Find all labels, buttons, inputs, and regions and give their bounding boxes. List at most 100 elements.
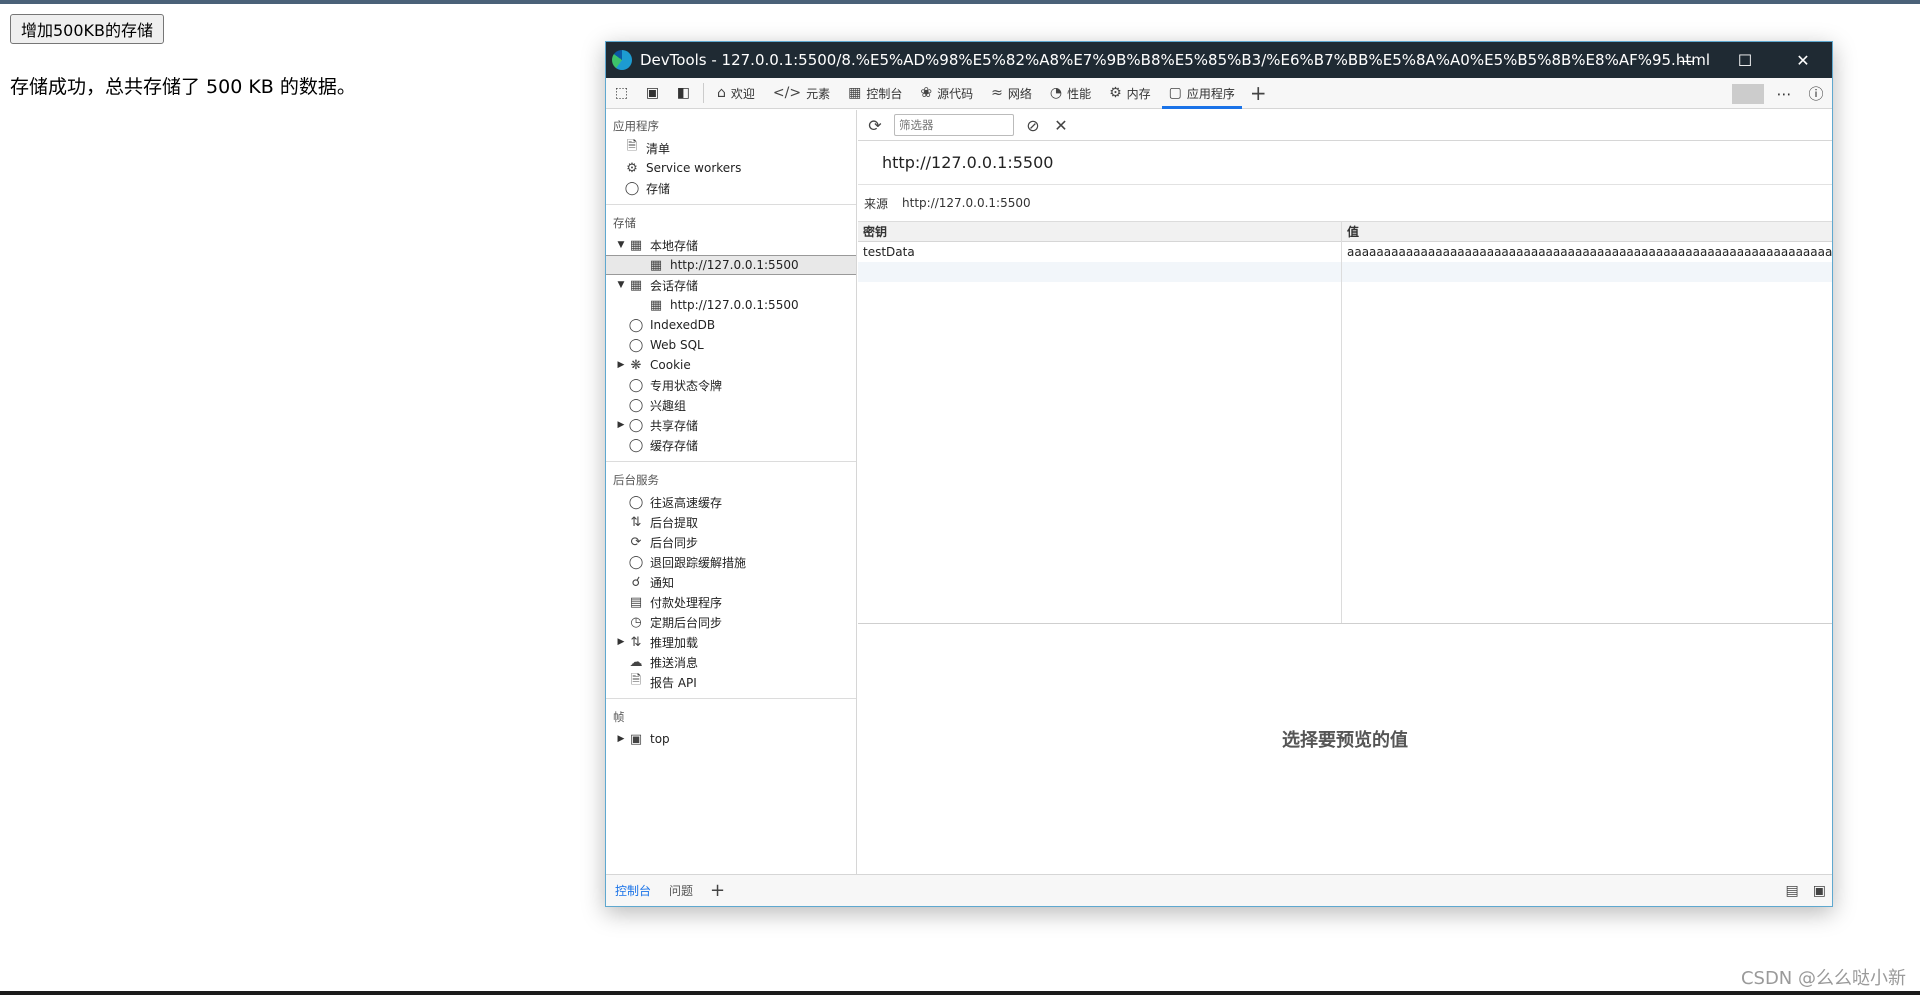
- database-icon: ◯: [628, 317, 644, 333]
- divider: [1732, 83, 1764, 104]
- devtools-tabbar: ⬚ ▣ ◧ ⌂ 欢迎 </> 元素 ▦ 控制台 ❀ 源代码 ≈ 网络 ◔ 性能 ⚙ 内存 ▢ 应…: [606, 78, 1832, 109]
- close-icon[interactable]: ✕: [1774, 42, 1832, 78]
- sidebar-item-indexeddb[interactable]: ◯ IndexedDB: [606, 315, 856, 335]
- database-icon: ◯: [628, 397, 644, 413]
- add-drawer-tab-icon[interactable]: +: [702, 880, 733, 901]
- sidebar-item-reporting-api[interactable]: 🗎 报告 API: [606, 672, 856, 692]
- tab-performance[interactable]: ◔ 性能: [1041, 78, 1100, 109]
- sidebar-item-label: http://127.0.0.1:5500: [670, 258, 799, 272]
- sidebar-item-background-sync[interactable]: ⟳ 后台同步: [606, 532, 856, 552]
- divider: [606, 698, 856, 699]
- sidebar-item-push-messaging[interactable]: ☁ 推送消息: [606, 652, 856, 672]
- row-key[interactable]: testData: [858, 242, 1342, 262]
- expand-drawer-icon[interactable]: ▣: [1813, 883, 1826, 899]
- sidebar-item-trust-tokens[interactable]: ◯ 专用状态令牌: [606, 375, 856, 395]
- maximize-icon[interactable]: ☐: [1716, 42, 1774, 78]
- tab-application[interactable]: ▢ 应用程序: [1160, 78, 1244, 109]
- expanded-arrow-icon[interactable]: ▼: [614, 280, 628, 290]
- sidebar-item-notifications[interactable]: ☌ 通知: [606, 572, 856, 592]
- origin-info: 来源 http://127.0.0.1:5500: [858, 185, 1832, 222]
- sidebar-item-bounce-tracking[interactable]: ◯ 退回跟踪缓解措施: [606, 552, 856, 572]
- dock-drawer-icon[interactable]: ▤: [1786, 883, 1799, 899]
- collapsed-arrow-icon[interactable]: ▶: [614, 637, 628, 647]
- expanded-arrow-icon[interactable]: ▼: [614, 240, 628, 250]
- divider: [703, 83, 704, 103]
- sidebar-item-payment-handler[interactable]: ▤ 付款处理程序: [606, 592, 856, 612]
- tab-welcome[interactable]: ⌂ 欢迎: [708, 78, 764, 109]
- title-bar[interactable]: DevTools - 127.0.0.1:5500/8.%E5%AD%98%E5…: [606, 42, 1832, 78]
- sidebar-item-label: 定期后台同步: [650, 615, 723, 630]
- filter-input[interactable]: [894, 114, 1014, 136]
- add-storage-button[interactable]: 增加500KB的存储: [10, 14, 165, 44]
- tab-label: 欢迎: [730, 86, 755, 101]
- tabbar-actions: ⋯ ⓘ: [1728, 78, 1832, 109]
- tab-label: 性能: [1067, 86, 1092, 101]
- collapsed-arrow-icon[interactable]: ▶: [614, 420, 628, 430]
- sidebar-item-label: Cookie: [650, 358, 691, 372]
- add-tab-icon[interactable]: +: [1244, 81, 1273, 105]
- sidebar-item-label: top: [650, 732, 670, 746]
- sidebar-item-label: 共享存储: [650, 418, 699, 433]
- table-row-empty[interactable]: [858, 262, 1832, 282]
- column-divider[interactable]: [1341, 222, 1342, 623]
- column-header-value[interactable]: 值: [1342, 222, 1832, 241]
- tab-label: 控制台: [866, 86, 903, 101]
- clock-icon: ◷: [630, 614, 642, 630]
- sidebar-item-websql[interactable]: ◯ Web SQL: [606, 335, 856, 355]
- sidebar-item-service-workers[interactable]: ⚙ Service workers: [606, 158, 856, 178]
- gauge-icon: ◔: [1049, 85, 1063, 101]
- sidebar-item-background-fetch[interactable]: ⇅ 后台提取: [606, 512, 856, 532]
- row-key[interactable]: [858, 262, 1342, 282]
- sidebar-item-frame-top[interactable]: ▶ ▣ top: [606, 729, 856, 749]
- clear-all-icon[interactable]: ⊘: [1024, 116, 1042, 135]
- help-icon[interactable]: ⓘ: [1800, 83, 1832, 104]
- tab-label: 源代码: [937, 86, 974, 101]
- more-options-icon[interactable]: ⋯: [1768, 85, 1800, 103]
- column-header-key[interactable]: 密钥: [858, 222, 1342, 241]
- table-row[interactable]: testData aaaaaaaaaaaaaaaaaaaaaaaaaaaaaaa…: [858, 242, 1832, 262]
- sidebar-item-interest-groups[interactable]: ◯ 兴趣组: [606, 395, 856, 415]
- tab-elements[interactable]: </> 元素: [764, 78, 839, 109]
- database-icon: ◯: [628, 554, 644, 570]
- sidebar-item-label: 本地存储: [650, 238, 699, 253]
- sidebar-item-shared-storage[interactable]: ▶ ◯ 共享存储: [606, 415, 856, 435]
- refresh-icon[interactable]: ⟳: [866, 116, 884, 135]
- device-emulation-icon[interactable]: ▣: [637, 78, 668, 109]
- row-value[interactable]: aaaaaaaaaaaaaaaaaaaaaaaaaaaaaaaaaaaaaaaa…: [1342, 242, 1832, 262]
- sidebar-item-session-storage-origin[interactable]: ▦ http://127.0.0.1:5500: [606, 295, 856, 315]
- sidebar-item-label: 退回跟踪缓解措施: [650, 555, 747, 570]
- sidebar-item-manifest[interactable]: 🗎 清单: [606, 138, 856, 158]
- application-sidebar: 应用程序 🗎 清单 ⚙ Service workers ◯ 存储 存储 ▼ ▦ 本地存储 …: [606, 110, 857, 881]
- sidebar-item-periodic-sync[interactable]: ◷ 定期后台同步: [606, 612, 856, 632]
- database-icon: ◯: [628, 377, 644, 393]
- minimize-icon[interactable]: —: [1658, 42, 1716, 78]
- drawer-tab-console[interactable]: 控制台: [606, 875, 660, 907]
- sidebar-item-cache-storage[interactable]: ◯ 缓存存储: [606, 435, 856, 455]
- card-icon: ▤: [629, 594, 643, 610]
- grid-icon: ▦: [629, 277, 643, 293]
- sidebar-item-local-storage[interactable]: ▼ ▦ 本地存储: [606, 235, 856, 255]
- collapsed-arrow-icon[interactable]: ▶: [614, 360, 628, 370]
- dock-side-icon[interactable]: ◧: [668, 78, 699, 109]
- storage-main-panel: ⟳ ⊘ ✕ http://127.0.0.1:5500 来源 http://12…: [858, 110, 1832, 881]
- delete-selected-icon[interactable]: ✕: [1052, 116, 1070, 135]
- drawer-actions: ▤ ▣: [1786, 875, 1826, 907]
- tab-network[interactable]: ≈ 网络: [982, 78, 1041, 109]
- inspect-element-icon[interactable]: ⬚: [606, 78, 637, 109]
- database-icon: ◯: [628, 494, 644, 510]
- sidebar-item-speculative-loads[interactable]: ▶ ⇅ 推理加载: [606, 632, 856, 652]
- tab-memory[interactable]: ⚙ 内存: [1100, 78, 1160, 109]
- sidebar-item-session-storage[interactable]: ▼ ▦ 会话存储: [606, 275, 856, 295]
- sidebar-item-bfcache[interactable]: ◯ 往返高速缓存: [606, 492, 856, 512]
- sidebar-item-storage[interactable]: ◯ 存储: [606, 178, 856, 198]
- sidebar-item-local-storage-origin[interactable]: ▦ http://127.0.0.1:5500: [606, 255, 856, 275]
- sidebar-item-cookie[interactable]: ▶ ❋ Cookie: [606, 355, 856, 375]
- tab-sources[interactable]: ❀ 源代码: [911, 78, 982, 109]
- section-header-background-services: 后台服务: [613, 473, 659, 487]
- collapsed-arrow-icon[interactable]: ▶: [614, 734, 628, 744]
- drawer-tab-issues[interactable]: 问题: [660, 875, 702, 907]
- sidebar-item-label: Web SQL: [650, 338, 704, 352]
- row-value[interactable]: [1342, 262, 1832, 282]
- tab-console[interactable]: ▦ 控制台: [839, 78, 911, 109]
- sidebar-item-label: 通知: [650, 575, 675, 590]
